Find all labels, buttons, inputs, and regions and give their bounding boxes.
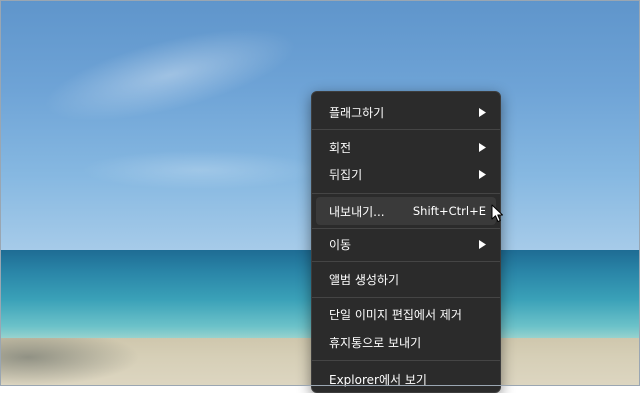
menu-separator <box>312 261 500 262</box>
menu-item-create-album[interactable]: 앨범 생성하기 <box>316 265 496 293</box>
menu-item-label: 휴지통으로 보내기 <box>329 335 422 350</box>
menu-item-remove-from-single-edit[interactable]: 단일 이미지 편집에서 제거 <box>316 300 496 328</box>
menu-item-flip[interactable]: 뒤집기 <box>316 160 496 188</box>
menu-separator <box>312 360 500 361</box>
submenu-arrow-icon <box>478 169 486 179</box>
menu-separator <box>312 228 500 229</box>
menu-item-label: 뒤집기 <box>329 167 363 182</box>
submenu-arrow-icon <box>478 239 486 249</box>
submenu-arrow-icon <box>478 142 486 152</box>
menu-item-label: 앨범 생성하기 <box>329 272 400 287</box>
menu-item-shortcut: Shift+Ctrl+E <box>412 204 486 218</box>
menu-separator <box>312 193 500 194</box>
menu-item-move-to-trash[interactable]: 휴지통으로 보내기 <box>316 328 496 356</box>
menu-item-move[interactable]: 이동 <box>316 230 496 258</box>
submenu-arrow-icon <box>478 107 486 117</box>
wallpaper-shadow <box>0 338 140 386</box>
menu-item-label: 회전 <box>329 140 352 155</box>
menu-item-rotate[interactable]: 회전 <box>316 133 496 161</box>
menu-item-label: 이동 <box>329 237 352 252</box>
menu-item-flag[interactable]: 플래그하기 <box>316 98 496 126</box>
context-menu: 플래그하기 회전 뒤집기 내보내기... Shift+Ctrl+E 이동 앨범 … <box>311 91 501 393</box>
wallpaper-cloud <box>80 150 320 190</box>
menu-item-label: 내보내기... <box>329 204 385 219</box>
menu-separator <box>312 297 500 298</box>
menu-separator <box>312 129 500 130</box>
menu-item-export[interactable]: 내보내기... Shift+Ctrl+E <box>316 197 496 225</box>
menu-item-label: Explorer에서 보기 <box>329 372 427 387</box>
mouse-pointer-icon <box>491 204 503 222</box>
menu-item-label: 단일 이미지 편집에서 제거 <box>329 307 462 322</box>
menu-item-label: 플래그하기 <box>329 105 385 120</box>
menu-item-show-in-explorer[interactable]: Explorer에서 보기 <box>316 365 496 393</box>
